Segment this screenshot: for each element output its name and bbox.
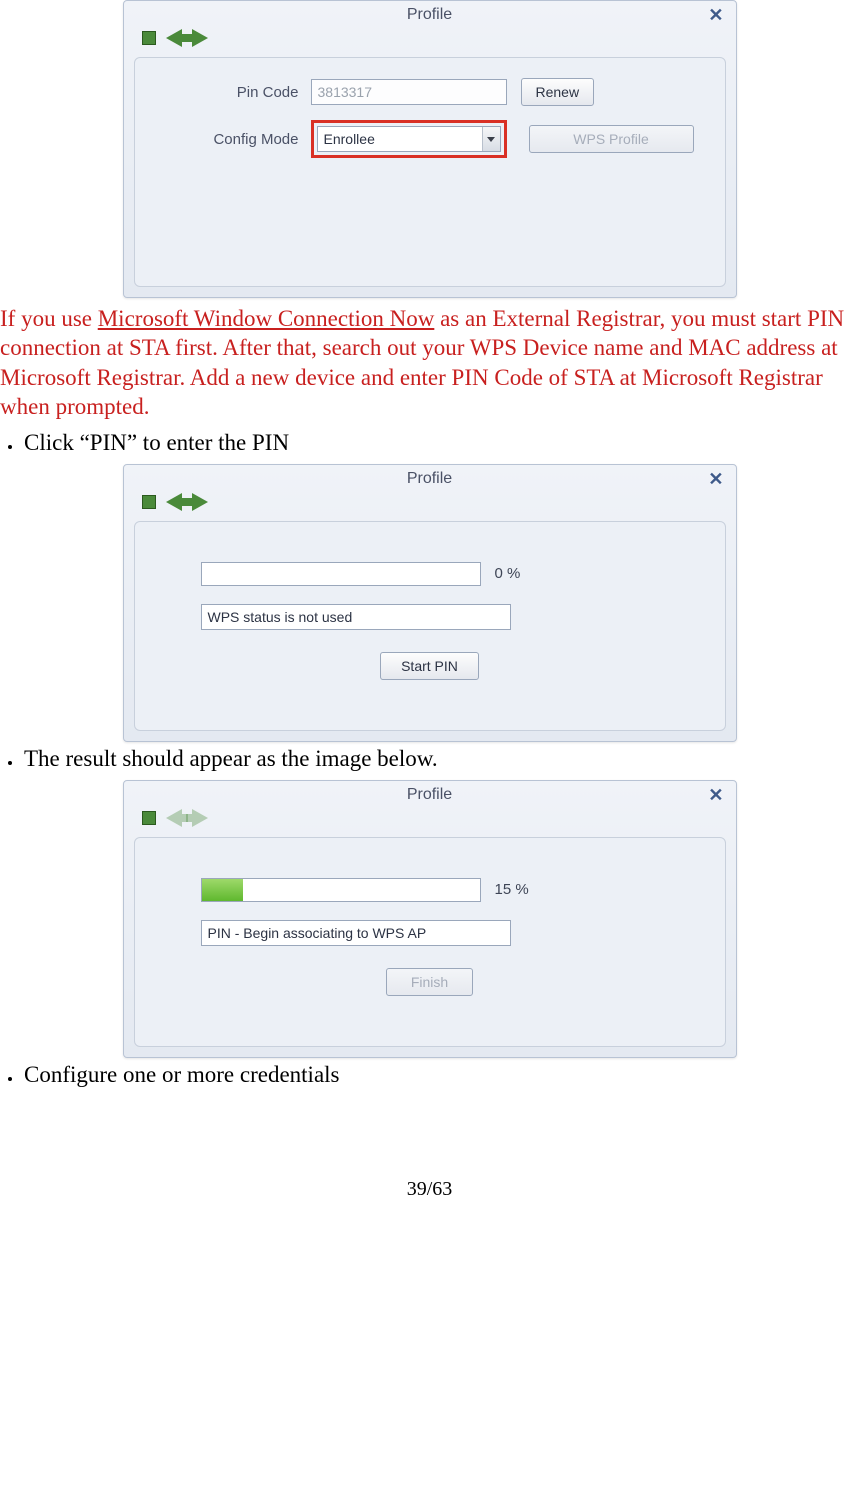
registrar-note: If you use Microsoft Window Connection N… — [0, 304, 857, 422]
dialog-title-text: Profile — [407, 6, 452, 23]
note-link: Microsoft Window Connection Now — [98, 306, 435, 331]
start-pin-button[interactable]: Start PIN — [380, 652, 479, 680]
wps-status-box: WPS status is not used — [201, 604, 511, 630]
dialog-body: 0 % WPS status is not used Start PIN — [134, 521, 726, 731]
dialog-toolbar — [124, 807, 736, 833]
close-icon[interactable]: ✕ — [708, 5, 723, 26]
back-icon[interactable] — [166, 493, 182, 511]
dialog-title: Profile ✕ — [124, 465, 736, 491]
wps-profile-button: WPS Profile — [529, 125, 694, 153]
dialog-body: Pin Code Renew Config Mode Enrollee WPS — [134, 57, 726, 287]
dialog-title: Profile ✕ — [124, 1, 736, 27]
back-icon[interactable] — [166, 29, 182, 47]
progress-percent: 15 % — [495, 881, 529, 898]
stop-icon[interactable] — [142, 811, 156, 825]
config-mode-value: Enrollee — [318, 131, 482, 147]
pin-code-label: Pin Code — [151, 84, 311, 101]
stop-icon[interactable] — [142, 495, 156, 509]
progress-bar — [201, 562, 481, 586]
wps-status-box: PIN - Begin associating to WPS AP — [201, 920, 511, 946]
close-icon[interactable]: ✕ — [708, 785, 723, 806]
dialog-title: Profile ✕ — [124, 781, 736, 807]
forward-icon — [192, 809, 208, 827]
dialog-title-text: Profile — [407, 786, 452, 803]
renew-button[interactable]: Renew — [521, 78, 595, 106]
progress-bar — [201, 878, 481, 902]
dialog-body: 15 % PIN - Begin associating to WPS AP F… — [134, 837, 726, 1047]
config-mode-select[interactable]: Enrollee — [317, 126, 501, 152]
close-icon[interactable]: ✕ — [708, 469, 723, 490]
finish-button: Finish — [386, 968, 473, 996]
config-mode-label: Config Mode — [151, 131, 311, 148]
back-icon — [166, 809, 182, 827]
dropdown-icon — [482, 127, 500, 151]
profile-dialog-config: Profile ✕ Pin Code Renew Config Mode Enr… — [123, 0, 737, 298]
dialog-title-text: Profile — [407, 470, 452, 487]
page-number: 39/63 — [0, 1178, 859, 1211]
dialog-toolbar — [124, 27, 736, 53]
bullet-click-pin: Click “PIN” to enter the PIN — [22, 430, 859, 456]
bullet-result-image: The result should appear as the image be… — [22, 746, 859, 772]
progress-percent: 0 % — [495, 565, 521, 582]
progress-fill — [202, 879, 244, 901]
profile-dialog-progress: Profile ✕ 15 % PIN - Begin associating t… — [123, 780, 737, 1058]
config-mode-highlight: Enrollee — [311, 120, 507, 158]
stop-icon[interactable] — [142, 31, 156, 45]
pin-code-input[interactable] — [311, 79, 507, 105]
note-prefix: If you use — [0, 306, 98, 331]
profile-dialog-start-pin: Profile ✕ 0 % WPS status is not used Sta… — [123, 464, 737, 742]
dialog-toolbar — [124, 491, 736, 517]
forward-icon[interactable] — [192, 493, 208, 511]
bullet-configure-credentials: Configure one or more credentials — [22, 1062, 859, 1088]
forward-icon[interactable] — [192, 29, 208, 47]
